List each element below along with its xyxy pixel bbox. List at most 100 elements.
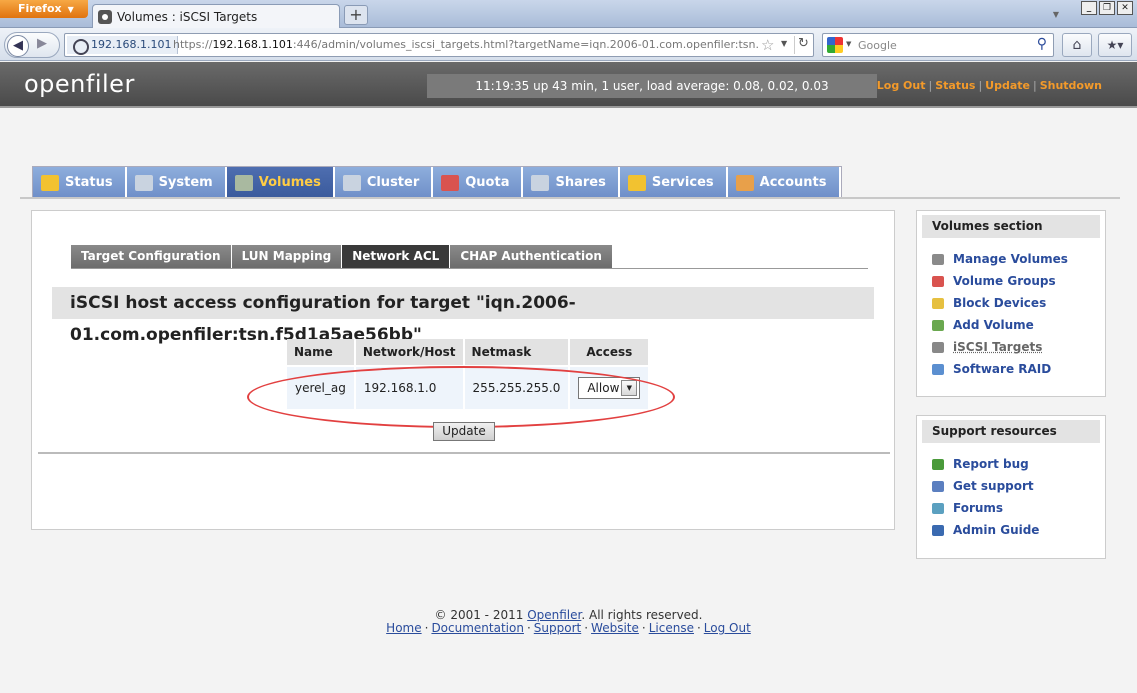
uptime-status: 11:19:35 up 43 min, 1 user, load average…: [427, 74, 877, 98]
bookmark-star-icon[interactable]: ☆: [761, 36, 774, 54]
subtab-target-configuration[interactable]: Target Configuration: [71, 245, 232, 268]
volumes-section-title: Volumes section: [922, 215, 1100, 238]
sidebar-item-label: Volume Groups: [953, 274, 1056, 288]
shutdown-link[interactable]: Shutdown: [1040, 79, 1102, 92]
sidebar-item-block-devices[interactable]: Block Devices: [932, 292, 1105, 314]
tab-system[interactable]: System: [126, 167, 227, 198]
separator: ·: [526, 621, 531, 635]
pie-icon: [441, 174, 460, 191]
volume-groups-icon: [932, 275, 944, 287]
support-resources-box: Support resources Report bug Get support F…: [916, 415, 1106, 559]
footer-link-license[interactable]: License: [649, 621, 694, 635]
update-button[interactable]: Update: [433, 422, 495, 441]
tab-volumes[interactable]: Volumes: [226, 167, 335, 198]
iscsi-targets-icon: [932, 341, 944, 353]
update-link[interactable]: Update: [985, 79, 1030, 92]
tab-list-icon[interactable]: ▼: [1053, 10, 1059, 19]
url-bar[interactable]: 192.168.1.101 https://192.168.1.101:446/…: [64, 33, 814, 57]
bug-icon: [932, 458, 944, 470]
subtab-network-acl[interactable]: Network ACL: [342, 245, 451, 268]
footer-link-logout[interactable]: Log Out: [704, 621, 751, 635]
restore-icon[interactable]: ❐: [1099, 1, 1115, 15]
sidebar-item-software-raid[interactable]: Software RAID: [932, 358, 1105, 380]
close-icon[interactable]: ✕: [1117, 1, 1133, 15]
forward-arrow-icon[interactable]: ▶: [37, 36, 47, 51]
footer-link-website[interactable]: Website: [591, 621, 639, 635]
sidebar-item-label: Block Devices: [953, 296, 1047, 310]
site-identity-button[interactable]: 192.168.1.101: [67, 36, 179, 55]
separator: |: [1033, 79, 1037, 92]
tab-cluster[interactable]: Cluster: [334, 167, 434, 198]
engine-dropdown-icon[interactable]: ▼: [846, 40, 851, 48]
sidebar-item-iscsi-targets[interactable]: iSCSI Targets: [932, 336, 1105, 358]
highlight-ellipse: [247, 366, 675, 428]
status-link[interactable]: Status: [935, 79, 975, 92]
volumes-section-list: Manage Volumes Volume Groups Block Devices…: [917, 242, 1105, 380]
firefox-menu-label: Firefox: [18, 2, 62, 15]
add-volume-icon: [932, 319, 944, 331]
minimize-icon[interactable]: _: [1081, 1, 1097, 15]
footer-links: Home · Documentation · Support · Website · Licen…: [0, 622, 1137, 635]
tab-label: Services: [651, 175, 714, 190]
separator: ·: [584, 621, 589, 635]
bookmarks-button[interactable]: ★▾: [1098, 33, 1132, 57]
separator: ·: [696, 621, 701, 635]
footer: © 2001 - 2011 Openfiler. All rights rese…: [0, 609, 1137, 635]
tab-label: System: [158, 175, 213, 190]
search-icon[interactable]: ⚲: [1037, 36, 1047, 52]
openfiler-favicon-icon: [98, 10, 112, 24]
google-engine-icon[interactable]: [827, 37, 843, 53]
sidebar-item-report-bug[interactable]: Report bug: [932, 453, 1105, 475]
openfiler-link[interactable]: Openfiler: [527, 608, 581, 622]
history-dropdown-icon[interactable]: ▼: [781, 39, 787, 48]
url-scheme: https://: [173, 38, 213, 51]
new-tab-button[interactable]: +: [344, 5, 368, 25]
tab-divider: [20, 197, 1120, 199]
tab-shares[interactable]: Shares: [523, 167, 620, 198]
sidebar-item-label: Add Volume: [953, 318, 1034, 332]
search-bar[interactable]: ▼ Google ⚲: [822, 33, 1054, 57]
subtab-lun-mapping[interactable]: LUN Mapping: [231, 245, 343, 268]
logout-link[interactable]: Log Out: [877, 79, 926, 92]
tab-label: Shares: [555, 175, 606, 190]
sub-tabs: Target Configuration LUN Mapping Network A…: [71, 245, 613, 268]
reload-icon[interactable]: ↻: [794, 36, 809, 54]
tab-quota[interactable]: Quota: [433, 167, 524, 198]
subtab-chap-authentication[interactable]: CHAP Authentication: [450, 245, 613, 268]
sidebar-item-manage-volumes[interactable]: Manage Volumes: [932, 248, 1105, 270]
home-button[interactable]: ⌂: [1062, 33, 1092, 57]
browser-tab-title: Volumes : iSCSI Targets: [117, 10, 258, 24]
volumes-section-box: Volumes section Manage Volumes Volume Gro…: [916, 210, 1106, 397]
sidebar-item-label: Get support: [953, 479, 1034, 493]
footer-link-home[interactable]: Home: [386, 621, 421, 635]
footer-link-documentation[interactable]: Documentation: [431, 621, 524, 635]
support-resources-title: Support resources: [922, 420, 1100, 443]
tab-accounts[interactable]: Accounts: [727, 167, 841, 198]
support-icon: [932, 480, 944, 492]
panel-divider: [38, 452, 890, 454]
browser-tab[interactable]: Volumes : iSCSI Targets: [92, 4, 340, 28]
tab-status[interactable]: Status: [33, 167, 127, 198]
back-arrow-icon[interactable]: ◀: [7, 35, 29, 57]
copyright-suffix: . All rights reserved.: [581, 608, 703, 622]
sidebar-item-admin-guide[interactable]: Admin Guide: [932, 519, 1105, 541]
sidebar-item-volume-groups[interactable]: Volume Groups: [932, 270, 1105, 292]
window-controls: _ ❐ ✕: [1081, 1, 1133, 15]
sidebar-item-add-volume[interactable]: Add Volume: [932, 314, 1105, 336]
sidebar-item-get-support[interactable]: Get support: [932, 475, 1105, 497]
url-text[interactable]: https://192.168.1.101:446/admin/volumes_…: [173, 38, 758, 51]
footer-link-support[interactable]: Support: [534, 621, 581, 635]
sidebar-item-forums[interactable]: Forums: [932, 497, 1105, 519]
users-icon: [735, 174, 754, 191]
tab-label: Cluster: [366, 175, 420, 190]
bookmarks-icon: ★▾: [1106, 38, 1124, 52]
column-header-network: Network/Host: [355, 339, 463, 365]
browser-titlebar: Firefox ▼ Volumes : iSCSI Targets + ▼ _ ❐…: [0, 0, 1137, 28]
firefox-menu-button[interactable]: Firefox ▼: [0, 0, 88, 18]
url-path: :446/admin/volumes_iscsi_targets.html?ta…: [292, 38, 758, 51]
tab-services[interactable]: Services: [619, 167, 728, 198]
sidebar-item-label: Software RAID: [953, 362, 1052, 376]
block-devices-icon: [932, 297, 944, 309]
cluster-icon: [342, 174, 361, 191]
sidebar-item-label: Admin Guide: [953, 523, 1040, 537]
